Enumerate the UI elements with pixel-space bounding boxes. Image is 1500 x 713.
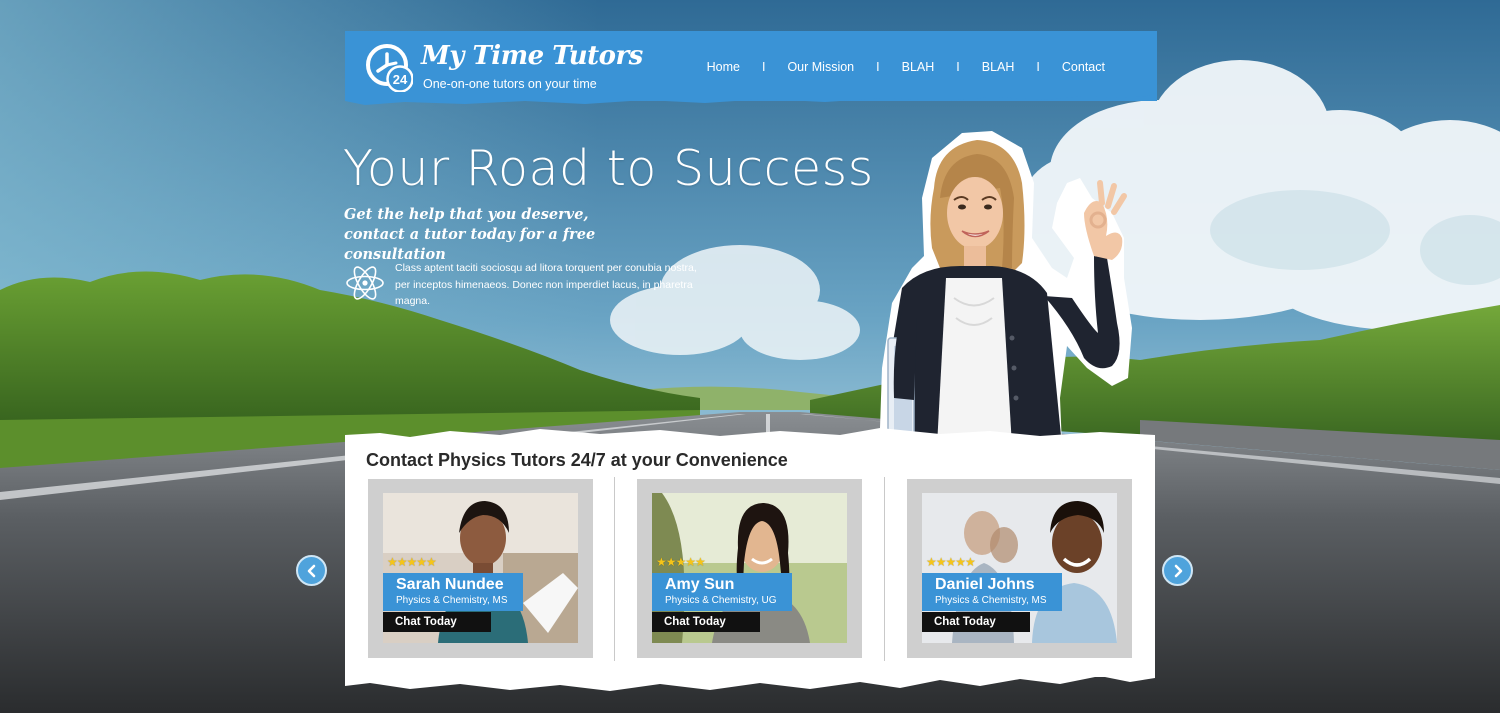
tutor-name: Daniel Johns (935, 576, 1035, 593)
nav-item-contact[interactable]: Contact (1062, 60, 1105, 74)
main-nav: Home I Our Mission I BLAH I BLAH I Conta… (707, 60, 1105, 74)
hero-title: Your Road to Success (343, 140, 874, 197)
tutor-subject: Physics & Chemistry, MS (396, 595, 508, 606)
nav-item-our-mission[interactable]: Our Mission (787, 60, 854, 74)
atom-icon (344, 262, 386, 304)
nav-separator: I (876, 60, 880, 74)
card-divider (614, 477, 615, 661)
carousel-next-button[interactable] (1162, 555, 1193, 586)
tutors-panel: Contact Physics Tutors 24/7 at your Conv… (345, 437, 1155, 677)
rating-stars: ★★★★★ (387, 555, 437, 569)
rating-stars: ★★★★★ (656, 555, 706, 569)
tutor-overlay: ★★★★★ Daniel Johns Physics & Chemistry, … (922, 493, 1117, 643)
nav-item-blah-1[interactable]: BLAH (902, 60, 935, 74)
tutor-subject: Physics & Chemistry, MS (935, 595, 1047, 606)
brand-tagline: One-on-one tutors on your time (423, 77, 597, 91)
tutor-name: Amy Sun (665, 576, 735, 593)
tutor-name-tag: Sarah Nundee Physics & Chemistry, MS (383, 573, 523, 611)
tutor-name: Sarah Nundee (396, 576, 504, 593)
nav-item-home[interactable]: Home (707, 60, 740, 74)
brand-title[interactable]: My Time Tutors (421, 41, 643, 71)
tutor-subject: Physics & Chemistry, UG (665, 595, 777, 606)
tutor-name-tag: Daniel Johns Physics & Chemistry, MS (922, 573, 1062, 611)
nav-separator: I (1036, 60, 1040, 74)
chat-today-button[interactable]: Chat Today (922, 612, 1030, 632)
tutor-card-daniel-johns[interactable]: ★★★★★ Daniel Johns Physics & Chemistry, … (907, 479, 1132, 658)
chevron-right-icon (1172, 564, 1184, 578)
tutor-card-amy-sun[interactable]: ★★★★★ Amy Sun Physics & Chemistry, UG Ch… (637, 479, 862, 658)
tutor-overlay: ★★★★★ Sarah Nundee Physics & Chemistry, … (383, 493, 578, 643)
chat-today-button[interactable]: Chat Today (652, 612, 760, 632)
panel-torn-edge-bottom (345, 664, 1155, 691)
rating-stars: ★★★★★ (926, 555, 976, 569)
tutors-section-title: Contact Physics Tutors 24/7 at your Conv… (366, 450, 788, 470)
chat-today-button[interactable]: Chat Today (383, 612, 491, 632)
hero-model-photo (862, 128, 1142, 447)
tutor-name-tag: Amy Sun Physics & Chemistry, UG (652, 573, 792, 611)
hero-subtitle: Get the help that you deserve, contact a… (344, 205, 684, 265)
hero-body-text: Class aptent taciti sociosqu ad litora t… (395, 262, 697, 307)
header-brush-edge (345, 92, 1157, 105)
clock-24-logo-icon[interactable]: 24 (365, 43, 414, 93)
nav-item-blah-2[interactable]: BLAH (982, 60, 1015, 74)
nav-separator: I (956, 60, 960, 74)
carousel-prev-button[interactable] (296, 555, 327, 586)
card-divider (884, 477, 885, 661)
svg-text:24: 24 (393, 72, 408, 87)
chevron-left-icon (306, 564, 318, 578)
tutor-overlay: ★★★★★ Amy Sun Physics & Chemistry, UG Ch… (652, 493, 847, 643)
hero-subtitle-line-1: Get the help that you deserve, (344, 206, 589, 223)
hero-subtitle-line-2: contact a tutor today for a free consult… (344, 226, 596, 263)
site-header: 24 My Time Tutors One-on-one tutors on y… (345, 31, 1157, 101)
tutor-card-sarah-nundee[interactable]: ★★★★★ Sarah Nundee Physics & Chemistry, … (368, 479, 593, 658)
nav-separator: I (761, 60, 766, 74)
